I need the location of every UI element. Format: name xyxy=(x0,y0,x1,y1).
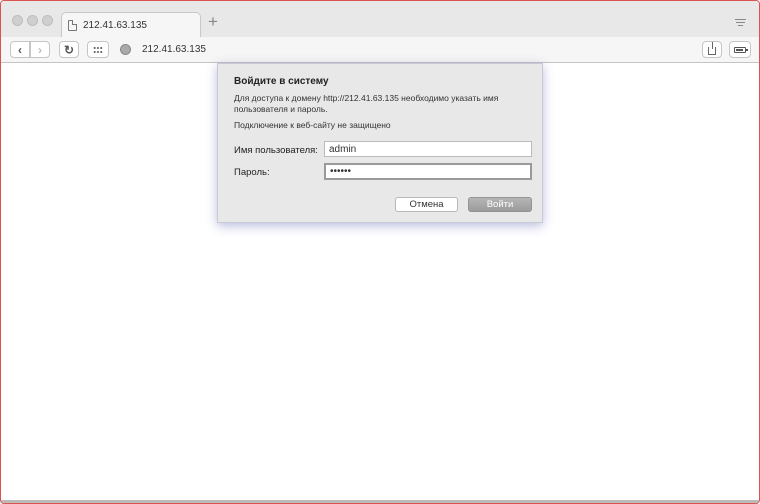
back-button[interactable]: ‹ xyxy=(10,41,30,58)
reload-icon: ↻ xyxy=(63,42,75,57)
browser-window: 212.41.63.135 + ‹ › ↻ 212.41.63.135 Войд… xyxy=(0,0,760,504)
security-warning: Подключение к веб-сайту не защищено xyxy=(234,120,391,130)
password-label: Пароль: xyxy=(234,167,270,178)
username-field[interactable] xyxy=(324,141,532,157)
address-bar[interactable]: 212.41.63.135 xyxy=(142,44,206,55)
login-dialog: Войдите в систему Для доступа к домену h… xyxy=(217,63,543,223)
battery-button[interactable] xyxy=(729,41,751,58)
cancel-button[interactable]: Отмена xyxy=(395,197,458,212)
chevron-left-icon: ‹ xyxy=(18,42,22,57)
battery-icon xyxy=(734,46,748,53)
login-button[interactable]: Войти xyxy=(468,197,532,212)
globe-icon xyxy=(120,44,131,55)
zoom-window-button[interactable] xyxy=(42,15,53,26)
minimize-window-button[interactable] xyxy=(27,15,38,26)
new-tab-button[interactable]: + xyxy=(208,13,218,30)
close-window-button[interactable] xyxy=(12,15,23,26)
share-button[interactable] xyxy=(702,41,722,58)
menu-icon[interactable] xyxy=(735,19,746,28)
chevron-right-icon: › xyxy=(38,42,42,57)
dialog-message: Для доступа к домену http://212.41.63.13… xyxy=(234,93,499,114)
browser-tab[interactable]: 212.41.63.135 xyxy=(61,12,201,37)
reload-button[interactable]: ↻ xyxy=(59,41,79,58)
share-icon xyxy=(708,42,716,55)
forward-button[interactable]: › xyxy=(30,41,50,58)
dialog-title: Войдите в систему xyxy=(234,76,329,87)
title-bar: 212.41.63.135 + xyxy=(1,1,759,37)
username-label: Имя пользователя: xyxy=(234,145,318,156)
tab-title: 212.41.63.135 xyxy=(83,19,147,31)
page-icon xyxy=(68,19,77,31)
password-field[interactable] xyxy=(324,163,532,180)
top-sites-button[interactable] xyxy=(87,41,109,58)
window-bottom-edge xyxy=(1,500,759,503)
toolbar: ‹ › ↻ 212.41.63.135 xyxy=(1,37,759,63)
grid-icon xyxy=(93,45,103,54)
